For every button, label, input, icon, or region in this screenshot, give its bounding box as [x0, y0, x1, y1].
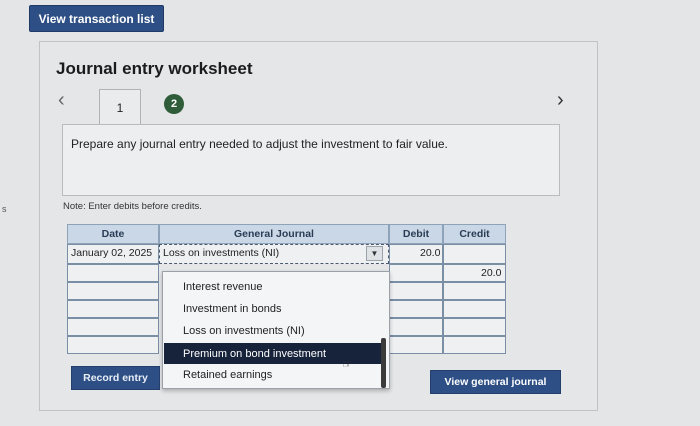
row3-debit-cell[interactable]	[389, 282, 443, 300]
row6-credit-cell[interactable]	[443, 336, 506, 354]
margin-mark: s	[2, 204, 7, 214]
note-text: Note: Enter debits before credits.	[63, 201, 202, 212]
record-entry-button[interactable]: Record entry	[71, 366, 160, 390]
account-dropdown-list: Interest revenue Investment in bonds Los…	[162, 271, 390, 389]
prompt-text: Prepare any journal entry needed to adju…	[71, 137, 448, 151]
option-loss-on-investments[interactable]: Loss on investments (NI)	[164, 320, 381, 341]
row1-date: January 02, 2025	[71, 247, 153, 259]
row1-debit: 20.0	[420, 247, 441, 259]
chevron-right-icon[interactable]: ›	[557, 89, 564, 112]
option-investment-in-bonds[interactable]: Investment in bonds	[164, 298, 381, 319]
row4-credit-cell[interactable]	[443, 300, 506, 318]
worksheet-title: Journal entry worksheet	[56, 59, 253, 78]
row5-date-cell[interactable]	[67, 318, 159, 336]
header-general-journal: General Journal	[159, 224, 389, 244]
row6-date-cell[interactable]	[67, 336, 159, 354]
row2-date-cell[interactable]	[67, 264, 159, 282]
row2-credit: 20.0	[481, 267, 502, 279]
row5-debit-cell[interactable]	[389, 318, 443, 336]
view-transaction-list-button[interactable]: View transaction list	[29, 5, 164, 32]
tab-2[interactable]: 2	[164, 94, 184, 114]
header-credit: Credit	[443, 224, 506, 244]
tab-1[interactable]: 1	[99, 89, 141, 125]
header-date: Date	[67, 224, 159, 244]
option-interest-revenue[interactable]: Interest revenue	[164, 276, 381, 297]
row1-account: Loss on investments (NI)	[163, 247, 280, 259]
dropdown-arrow-icon[interactable]: ▼	[366, 246, 383, 261]
row4-date-cell[interactable]	[67, 300, 159, 318]
row3-date-cell[interactable]	[67, 282, 159, 300]
row4-debit-cell[interactable]	[389, 300, 443, 318]
row6-debit-cell[interactable]	[389, 336, 443, 354]
dropdown-scrollbar[interactable]	[381, 338, 386, 388]
prompt-box	[62, 124, 560, 196]
row1-credit-cell[interactable]	[443, 244, 506, 264]
hand-cursor-icon: ☞	[342, 357, 353, 371]
row5-credit-cell[interactable]	[443, 318, 506, 336]
header-debit: Debit	[389, 224, 443, 244]
row3-credit-cell[interactable]	[443, 282, 506, 300]
view-general-journal-button[interactable]: View general journal	[430, 370, 561, 394]
chevron-left-icon[interactable]: ‹	[58, 89, 65, 112]
row2-debit-cell[interactable]	[389, 264, 443, 282]
